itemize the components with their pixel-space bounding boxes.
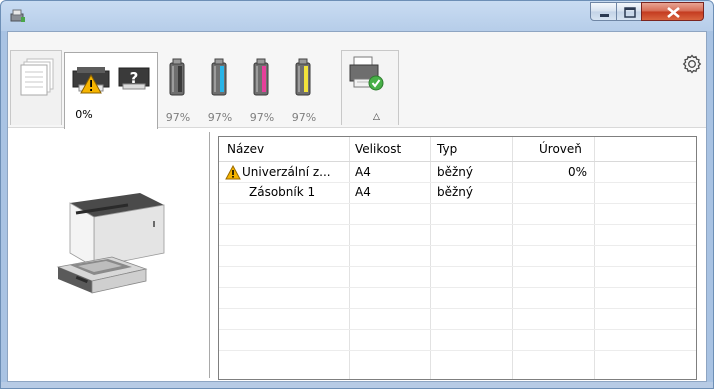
column-header-level[interactable]: Úroveň: [539, 137, 582, 161]
toner-cartridge-icon: [295, 58, 311, 96]
svg-text:?: ?: [130, 69, 139, 87]
tray-size: A4: [355, 185, 371, 199]
toner-level-label: 97%: [291, 111, 317, 124]
tray-type: běžný: [437, 185, 474, 199]
tray-table[interactable]: Název Velikost Typ Úroveň Univerzální z.…: [218, 136, 697, 380]
minimize-button[interactable]: [590, 2, 617, 21]
toner-yellow: 97%: [284, 57, 324, 129]
tab-job-status[interactable]: [341, 50, 399, 125]
warning-icon: [225, 164, 241, 180]
toner-level-label: 97%: [249, 111, 275, 124]
tab-device-status[interactable]: ? 0%: [64, 52, 158, 129]
printer-image: [48, 183, 178, 303]
tab-documents[interactable]: [10, 50, 62, 125]
maximize-button[interactable]: [616, 2, 642, 21]
status-toolbar: ? 0% 97% 97% 97% 97% △: [8, 32, 706, 129]
toner-level-label: 97%: [207, 111, 233, 124]
column-header-name[interactable]: Název: [227, 137, 264, 161]
device-status-percent: 0%: [75, 108, 93, 121]
tray-level: 0%: [567, 165, 587, 179]
client-area: ? 0% 97% 97% 97% 97% △ Název Velikost Ty…: [7, 31, 707, 382]
collapse-toolbar-button[interactable]: △: [373, 113, 380, 122]
pane-splitter[interactable]: [209, 132, 210, 378]
toner-level-label: 97%: [165, 111, 191, 124]
device-image-pane: [8, 128, 208, 381]
tray-level: [513, 182, 587, 202]
app-icon: [10, 9, 26, 23]
column-header-size[interactable]: Velikost: [355, 137, 401, 161]
tray-type: běžný: [437, 165, 474, 179]
printer-status-window: ? 0% 97% 97% 97% 97% △ Název Velikost Ty…: [0, 0, 714, 389]
toner-magenta: 97%: [242, 57, 282, 129]
toner-cartridge-icon: [253, 58, 269, 96]
toner-cartridge-icon: [169, 58, 185, 96]
tab-toner-levels[interactable]: 97% 97% 97% 97%: [158, 52, 340, 126]
close-button[interactable]: [641, 2, 704, 21]
toner-cyan: 97%: [200, 57, 240, 129]
toner-cartridge-icon: [211, 58, 227, 96]
tray-size: A4: [355, 165, 371, 179]
tray-name: Univerzální z...: [242, 165, 331, 179]
toner-black: 97%: [158, 57, 198, 129]
column-header-type[interactable]: Typ: [437, 137, 457, 161]
window-bottom-border: [1, 382, 713, 388]
title-bar[interactable]: [1, 1, 713, 31]
tray-name: Zásobník 1: [249, 185, 316, 199]
settings-gear-icon[interactable]: [682, 54, 702, 74]
